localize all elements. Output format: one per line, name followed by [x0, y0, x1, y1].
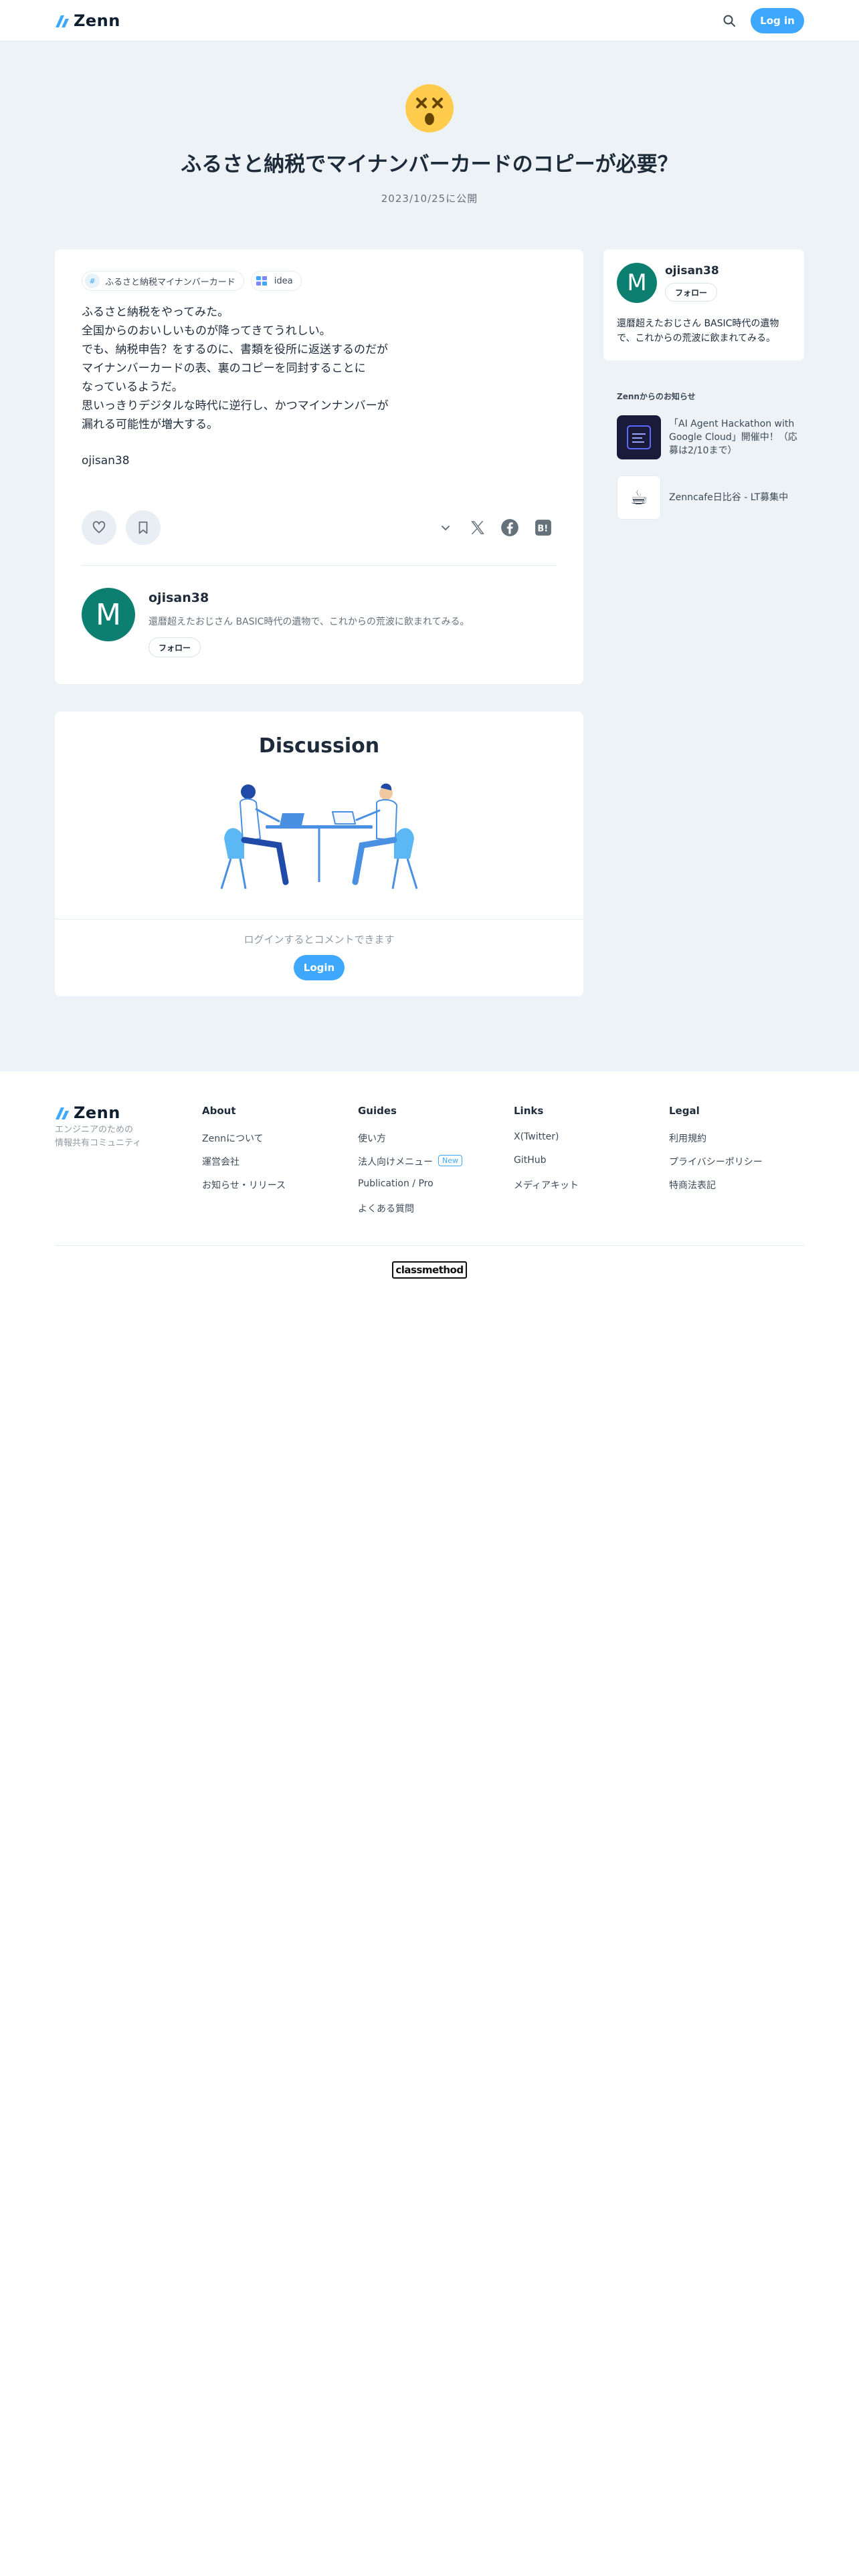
card-divider: [82, 565, 557, 566]
news-item-text: Zenncafe日比谷 - LT募集中: [669, 492, 789, 503]
share-hatena-button[interactable]: B!: [534, 518, 553, 537]
footer-divider: [55, 1245, 804, 1246]
site-header: Zenn Log in: [0, 0, 859, 41]
footer-link[interactable]: 使い方: [358, 1132, 386, 1145]
footer-column-heading: Legal: [669, 1105, 700, 1117]
sidebar-follow-button[interactable]: フォロー: [665, 283, 718, 302]
article-actions: B!: [82, 510, 557, 545]
author-avatar[interactable]: M: [82, 588, 135, 641]
heart-icon: [92, 521, 106, 534]
body-line: ふるさと納税をやってみた。: [82, 306, 229, 319]
discussion-title: Discussion: [258, 734, 380, 758]
new-badge: New: [438, 1155, 462, 1166]
footer-link[interactable]: お知らせ・リリース: [202, 1178, 286, 1192]
article-area: ふるさと納税でマイナンバーカードのコピーが必要？ 2023/10/25に公開 #…: [0, 41, 859, 1071]
search-icon: [723, 15, 735, 27]
footer-column-heading: Guides: [358, 1105, 397, 1117]
article-card: # ふるさと納税マイナンバーカード idea ふるさと納税をやってみた。 全国か…: [55, 249, 583, 684]
topic-label: ふるさと納税マイナンバーカード: [105, 277, 235, 288]
follow-button[interactable]: フォロー: [149, 637, 201, 657]
footer-column-heading: About: [202, 1105, 236, 1117]
sidebar-author-card: M ojisan38 フォロー 還暦超えたおじさん BASIC時代の遺物で、これ…: [603, 249, 804, 360]
topic-chip-idea[interactable]: idea: [250, 271, 302, 291]
news-heading: Zennからのお知らせ: [617, 392, 696, 401]
bookmark-button[interactable]: [126, 510, 161, 545]
like-button[interactable]: [82, 510, 116, 545]
chevron-down-icon: [442, 526, 450, 531]
more-button[interactable]: [436, 518, 455, 537]
footer-link[interactable]: よくある質問: [358, 1202, 414, 1215]
footer-logo-text: Zenn: [74, 1103, 120, 1122]
footer-link[interactable]: メディアキット: [514, 1178, 579, 1192]
footer-column-links: Links X(Twitter) GitHub メディアキット: [514, 1105, 579, 1202]
footer-link[interactable]: 利用規約: [669, 1132, 706, 1145]
footer-link[interactable]: X(Twitter): [514, 1132, 559, 1142]
body-line: なっているようだ。: [82, 381, 183, 394]
footer-column-about: About Zennについて 運営会社 お知らせ・リリース: [202, 1105, 286, 1202]
footer-link[interactable]: Publication / Pro: [358, 1178, 434, 1189]
svg-text:B!: B!: [537, 524, 548, 534]
discussion-illustration: [220, 783, 418, 889]
footer-tagline-line: エンジニアのための: [55, 1125, 134, 1135]
hatena-bookmark-icon: B!: [535, 520, 551, 536]
sidebar-author-bio: 還暦超えたおじさん BASIC時代の遺物で、これからの荒波に飲まれてみる。: [617, 318, 779, 344]
topic-label: idea: [274, 276, 293, 286]
body-line: 思いっきりデジタルな時代に逆行し、かつマインナンバーが: [82, 399, 389, 413]
published-date: 2023/10/25に公開: [381, 193, 478, 205]
discussion-divider: [55, 919, 583, 920]
facebook-icon: [501, 519, 518, 536]
news-item-zenncafe[interactable]: ☕ Zenncafe日比谷 - LT募集中: [617, 475, 804, 520]
footer-link[interactable]: Zennについて: [202, 1132, 264, 1145]
zenn-logo[interactable]: Zenn: [55, 11, 120, 30]
author-profile: M ojisan38 還暦超えたおじさん BASIC時代の遺物で、これからの荒波…: [82, 588, 557, 661]
author-bio: 還暦超えたおじさん BASIC時代の遺物で、これからの荒波に飲まれてみる。: [149, 617, 470, 627]
discussion-login-hint: ログインするとコメントできます: [244, 934, 395, 946]
hackathon-thumbnail-icon: [617, 415, 661, 459]
article-title: ふるさと納税でマイナンバーカードのコピーが必要？: [181, 152, 678, 177]
share-x-button[interactable]: [468, 518, 487, 537]
footer-tagline-line: 情報共有コミュニティ: [55, 1138, 142, 1148]
footer-link[interactable]: 特商法表記: [669, 1178, 716, 1192]
body-line: でも、納税申告？をするのに、書類を役所に返送するのだが: [82, 343, 388, 356]
topic-chip[interactable]: # ふるさと納税マイナンバーカード: [82, 271, 244, 291]
footer-column-heading: Links: [514, 1105, 544, 1117]
footer-link[interactable]: 法人向けメニュー: [358, 1155, 433, 1168]
logo-text: Zenn: [74, 11, 120, 30]
article-body: ふるさと納税をやってみた。 全国からのおいしいものが降ってきてうれしい。 でも、…: [82, 303, 557, 470]
topic-icon: #: [85, 274, 100, 288]
news-item-hackathon[interactable]: 「AI Agent Hackathon with Google Cloud」開催…: [617, 415, 804, 460]
discussion-card: Discussion ログインするとコメントできます Login: [55, 712, 583, 996]
footer-link[interactable]: GitHub: [514, 1155, 547, 1166]
zenn-logo-icon: [56, 15, 69, 27]
dizzy-face-emoji-icon: [405, 84, 454, 132]
footer-tagline: エンジニアのための 情報共有コミュニティ: [55, 1123, 141, 1150]
body-line: 全国からのおいしいものが降ってきてうれしい。: [82, 324, 331, 338]
share-facebook-button[interactable]: [500, 518, 519, 537]
body-line: マイナンバーカードの表、裏のコピーを同封することに: [82, 362, 366, 375]
sidebar-author-name[interactable]: ojisan38: [665, 264, 719, 278]
topic-list: # ふるさと納税マイナンバーカード idea: [82, 271, 302, 291]
discussion-login-button[interactable]: Login: [294, 955, 345, 980]
coffee-cup-icon: ☕: [617, 475, 661, 520]
bookmark-icon: [138, 521, 148, 534]
search-button[interactable]: [720, 11, 739, 30]
news-item-text: 「AI Agent Hackathon with Google Cloud」開催…: [669, 419, 797, 456]
x-twitter-icon: [471, 521, 484, 534]
header-login-button[interactable]: Log in: [751, 8, 804, 33]
site-footer: Zenn エンジニアのための 情報共有コミュニティ About Zennについて…: [0, 1071, 859, 1285]
classmethod-logo[interactable]: classmethod: [392, 1261, 467, 1279]
idea-icon: [254, 274, 269, 288]
author-name[interactable]: ojisan38: [149, 591, 209, 605]
footer-link[interactable]: プライバシーポリシー: [669, 1155, 763, 1168]
sidebar-author-avatar[interactable]: M: [617, 263, 657, 303]
body-signature: ojisan38: [82, 454, 130, 467]
footer-zenn-logo[interactable]: Zenn: [55, 1103, 120, 1122]
footer-link[interactable]: 運営会社: [202, 1155, 240, 1168]
body-line: 漏れる可能性が増大する。: [82, 418, 218, 431]
footer-column-guides: Guides 使い方 法人向けメニュー New Publication / Pro…: [358, 1105, 462, 1225]
zenn-logo-icon: [56, 1107, 69, 1119]
footer-column-legal: Legal 利用規約 プライバシーポリシー 特商法表記: [669, 1105, 763, 1202]
